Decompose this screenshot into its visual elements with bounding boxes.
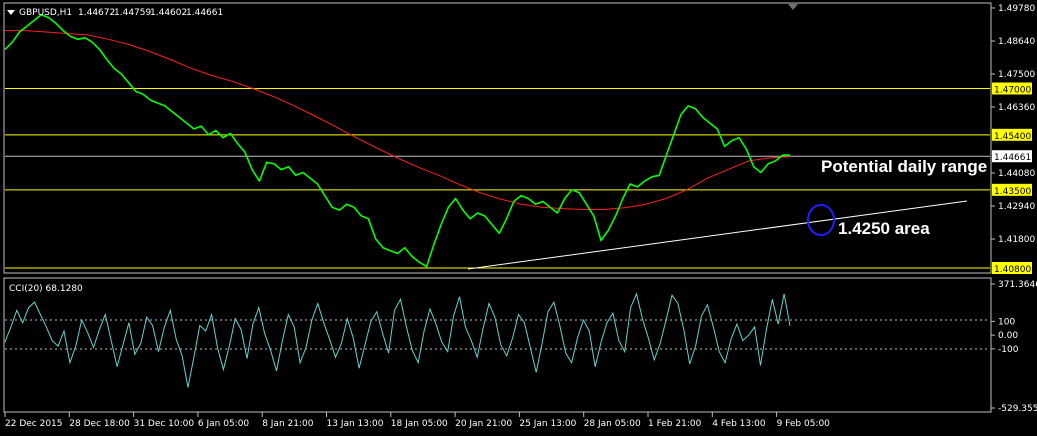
annotation-target-area: 1.4250 area [838,219,930,238]
time-tick-label: 28 Jan 05:00 [584,419,641,429]
price-tick-label: 1.48640 [998,37,1035,47]
time-tick-label: 13 Jan 13:00 [327,419,384,429]
time-tick-label: 9 Feb 05:00 [777,419,831,429]
level-tag-label: 1.44661 [994,153,1031,163]
time-tick-label: 22 Dec 2015 [5,419,63,429]
price-tick-label: 1.49780 [998,4,1035,14]
level-tag-label: 1.45400 [994,132,1031,142]
ohlc-open: 1.44672 [78,8,115,18]
time-tick-label: 25 Jan 13:00 [519,419,576,429]
time-tick-label: 4 Feb 13:00 [712,419,766,429]
trading-chart: Potential daily range 1.4250 area GBPUSD… [0,0,1037,436]
time-tick-label: 8 Jan 21:00 [262,419,314,429]
price-tick-label: 1.41800 [998,235,1035,245]
price-tick-label: 1.47500 [998,70,1035,80]
time-tick-label: 6 Jan 05:00 [198,419,250,429]
level-tag-label: 1.43500 [994,187,1031,197]
price-tick-label: 1.46360 [998,103,1035,113]
cci-tick-label: 371.3646 [998,280,1037,290]
ohlc-high: 1.44759 [114,8,151,18]
cci-tick-label: -529.3557 [998,404,1037,414]
cci-tick-label: -100 [998,345,1019,355]
price-tick-label: 1.42940 [998,202,1035,212]
time-tick-label: 18 Jan 05:00 [391,419,448,429]
cci-tick-label: 0.00 [998,331,1018,341]
time-tick-label: 31 Dec 10:00 [134,419,195,429]
time-tick-label: 1 Feb 21:00 [648,419,702,429]
ohlc-close: 1.44661 [186,8,223,18]
cci-label: CCI(20) 68.1280 [9,284,83,294]
price-axis: 1.47000 1.45400 1.43500 1.40800 1.44661 1.497… [991,4,1035,275]
symbol-label: GBPUSD,H1 [19,8,72,18]
level-tag-label: 1.47000 [994,85,1031,95]
level-tag-label: 1.40800 [994,265,1031,275]
cci-tick-label: 100 [998,317,1015,327]
ohlc-low: 1.44602 [150,8,187,18]
price-tick-label: 1.44080 [998,169,1035,179]
time-tick-label: 28 Dec 18:00 [69,419,130,429]
annotation-potential-daily-range: Potential daily range [821,157,987,176]
time-tick-label: 20 Jan 21:00 [455,419,512,429]
